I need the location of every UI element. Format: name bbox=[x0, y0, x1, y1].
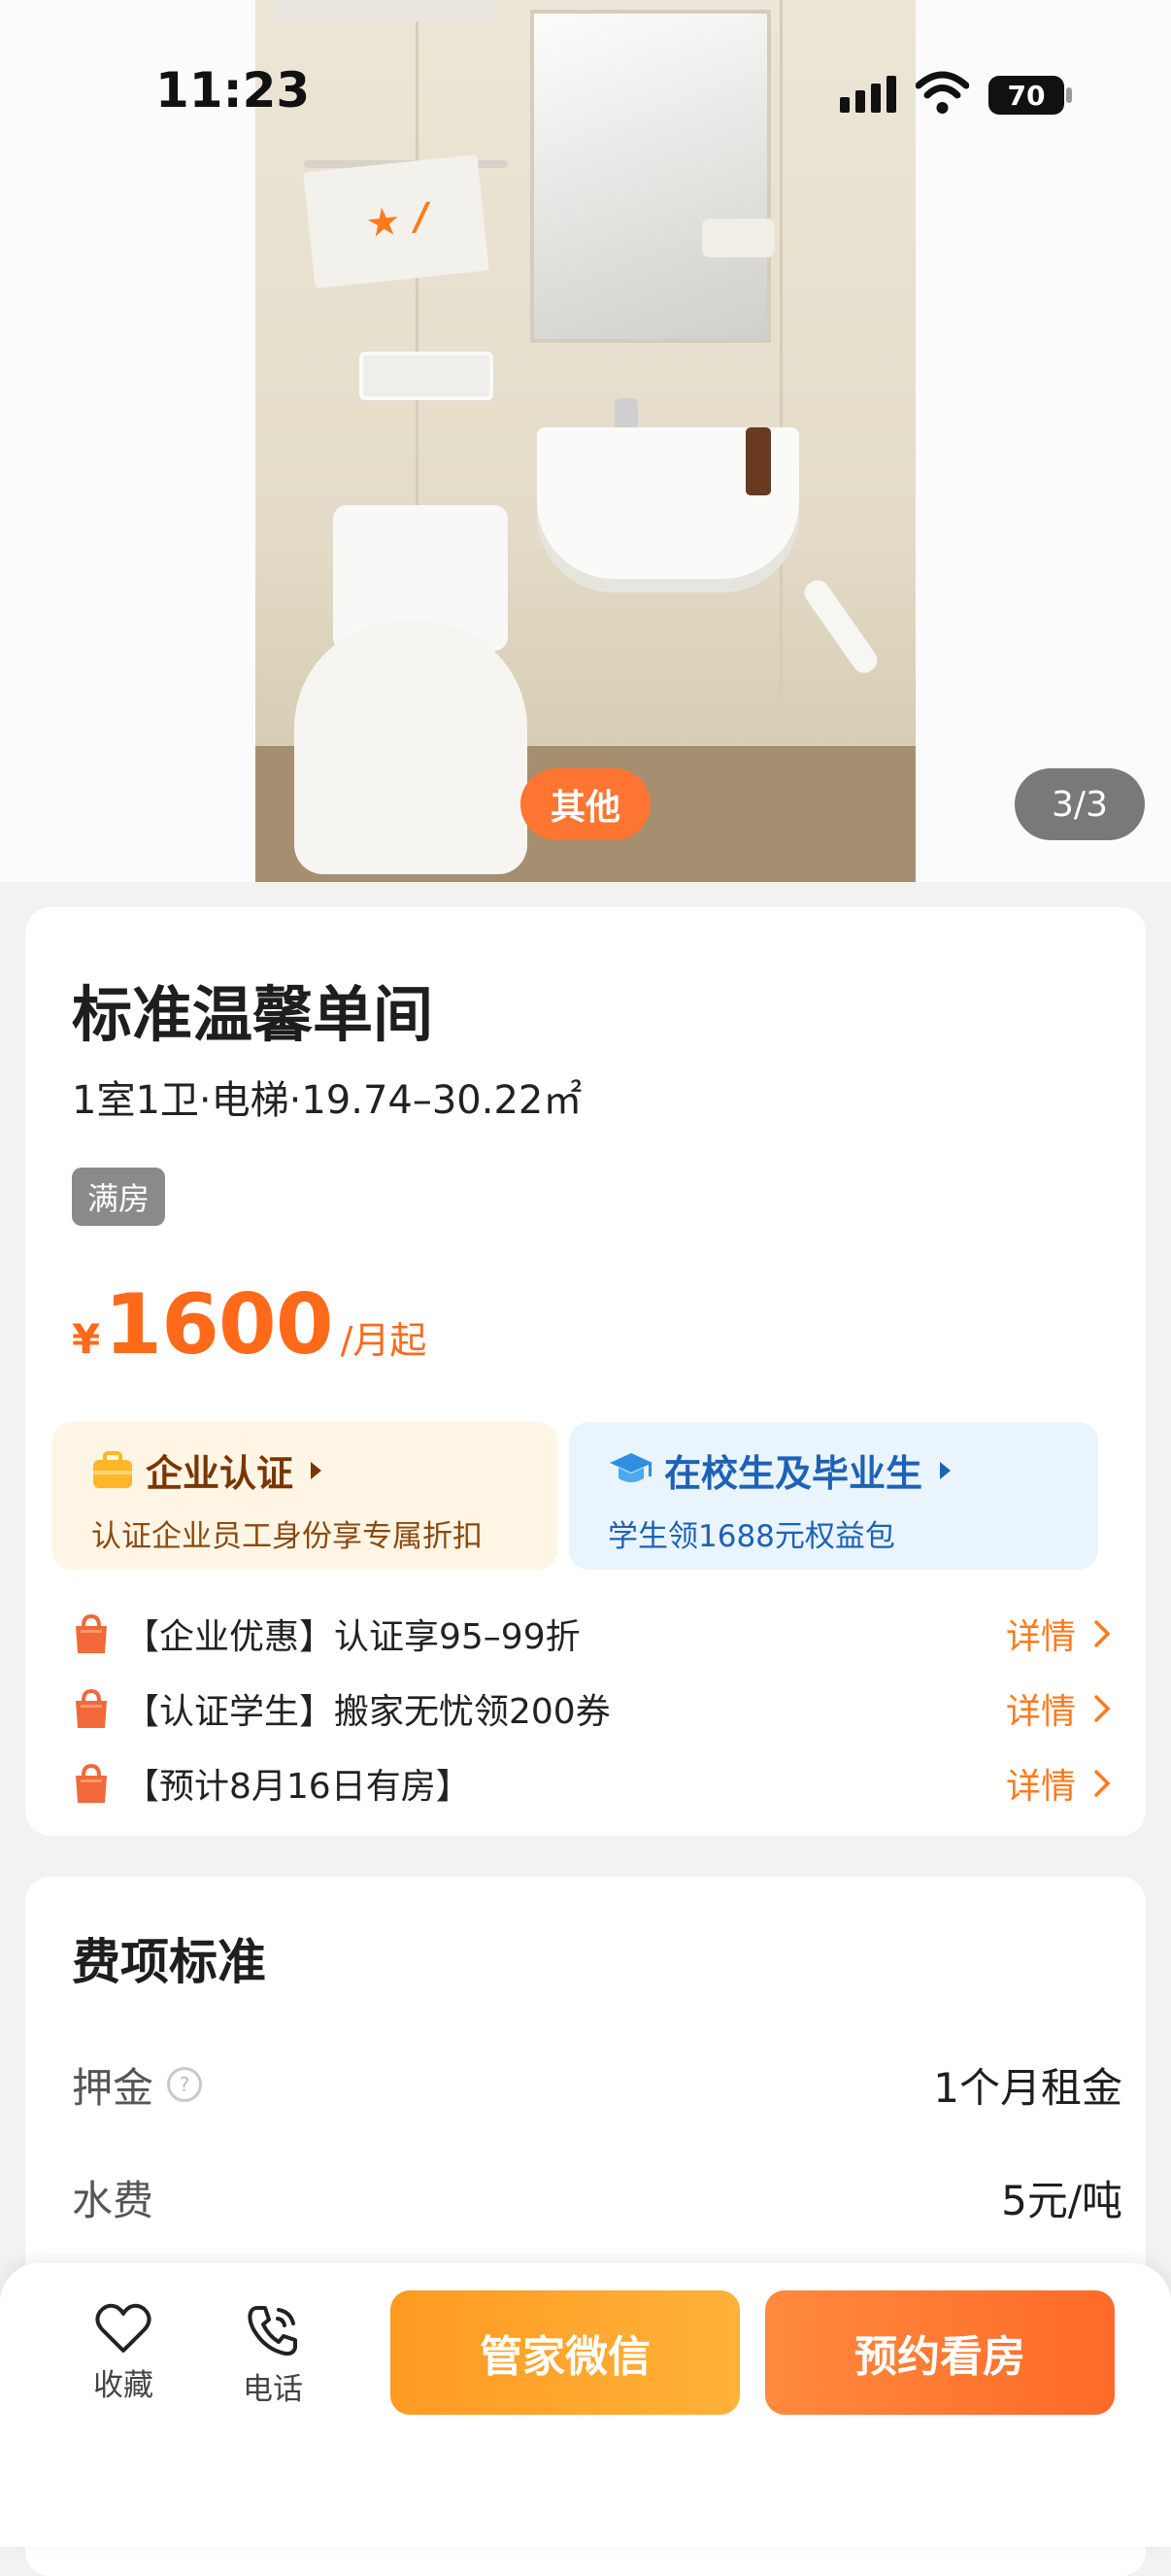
offer-row[interactable]: 【企业优惠】认证享95–99折 详情 bbox=[72, 1605, 1111, 1663]
promo-subtitle: 学生领1688元权益包 bbox=[608, 1519, 895, 1554]
signal-icon bbox=[840, 76, 896, 113]
details-link[interactable]: 详情 bbox=[1006, 1758, 1111, 1809]
fee-label: 水费 bbox=[72, 2168, 153, 2227]
details-label: 详情 bbox=[1005, 1617, 1076, 1657]
towel: ★ ⁄ bbox=[303, 153, 489, 289]
enterprise-cert-promo[interactable]: 企业认证 认证企业员工身份享专属折扣 bbox=[52, 1422, 557, 1570]
promo-subtitle: 认证企业员工身份享专属折扣 bbox=[91, 1519, 483, 1554]
room-photo[interactable]: ★ ⁄ bbox=[255, 0, 916, 882]
promo-head: 企业认证 bbox=[91, 1443, 322, 1497]
briefcase-icon bbox=[93, 1450, 132, 1488]
wifi-icon bbox=[916, 71, 969, 114]
promo-head: 在校生及毕业生 bbox=[608, 1443, 952, 1497]
details-link[interactable]: 详情 bbox=[1006, 1683, 1111, 1734]
fee-row-deposit: 押金 ? 1个月租金 bbox=[72, 2055, 1122, 2114]
fee-label: 押金 ? bbox=[72, 2055, 203, 2115]
offer-row[interactable]: 【认证学生】搬家无忧领200券 详情 bbox=[72, 1679, 1111, 1738]
bottom-action-bar: 收藏 电话 管家微信 预约看房 bbox=[0, 2263, 1171, 2547]
shopping-bag-icon bbox=[76, 1763, 107, 1803]
offer-text: 【预计8月16日有房】 bbox=[124, 1767, 471, 1807]
wall-seam bbox=[780, 0, 783, 758]
price-unit: /月起 bbox=[340, 1319, 427, 1362]
promo-title: 在校生及毕业生 bbox=[664, 1452, 923, 1495]
wechat-contact-button[interactable]: 管家微信 bbox=[390, 2290, 740, 2415]
battery-icon: 70 bbox=[988, 76, 1064, 115]
book-viewing-button[interactable]: 预约看房 bbox=[765, 2290, 1115, 2415]
chevron-right-icon bbox=[1094, 1695, 1111, 1722]
mirror bbox=[530, 10, 771, 343]
bottle bbox=[746, 427, 771, 495]
door-handle bbox=[799, 575, 883, 678]
room-specs: 1室1卫·电梯·19.74–30.22㎡ bbox=[72, 1078, 583, 1123]
soap-basket bbox=[359, 352, 493, 400]
chevron-right-icon bbox=[311, 1461, 322, 1479]
price-value: 1600 bbox=[104, 1276, 333, 1373]
photo-category-tag[interactable]: 其他 bbox=[520, 768, 651, 840]
status-time: 11:23 bbox=[155, 62, 311, 119]
heart-icon bbox=[95, 2303, 151, 2353]
photo-gallery[interactable]: ★ ⁄ 其他 3/3 bbox=[0, 0, 1171, 882]
promo-title: 企业认证 bbox=[146, 1452, 294, 1495]
chevron-right-icon bbox=[1094, 1770, 1111, 1797]
fee-row-water: 水费 5元/吨 bbox=[72, 2168, 1122, 2226]
status-badge: 满房 bbox=[72, 1168, 165, 1226]
help-icon[interactable]: ? bbox=[167, 2067, 203, 2102]
offer-text: 【认证学生】搬家无忧领200券 bbox=[124, 1692, 611, 1732]
offer-text: 【企业优惠】认证享95–99折 bbox=[124, 1617, 581, 1657]
fee-label-text: 押金 bbox=[72, 2063, 154, 2112]
fee-label-text: 水费 bbox=[72, 2176, 154, 2224]
chevron-right-icon bbox=[1094, 1620, 1111, 1647]
price-currency: ¥ bbox=[72, 1315, 101, 1363]
student-promo[interactable]: 在校生及毕业生 学生领1688元权益包 bbox=[569, 1422, 1098, 1570]
offer-row[interactable]: 【预计8月16日有房】 详情 bbox=[72, 1754, 1111, 1813]
phone-label: 电话 bbox=[243, 2372, 303, 2407]
fee-value: 1个月租金 bbox=[933, 2063, 1122, 2112]
fees-title: 费项标准 bbox=[72, 1934, 266, 1990]
chevron-right-icon bbox=[940, 1461, 952, 1479]
details-label: 详情 bbox=[1005, 1692, 1076, 1732]
battery-tip bbox=[1066, 87, 1072, 103]
favorite-button[interactable]: 收藏 bbox=[70, 2302, 177, 2404]
graduation-cap-icon bbox=[610, 1452, 652, 1482]
shelf bbox=[275, 0, 498, 21]
toilet-bowl bbox=[294, 622, 527, 874]
shopping-bag-icon bbox=[76, 1613, 107, 1653]
details-label: 详情 bbox=[1005, 1767, 1076, 1807]
price: ¥ 1600 /月起 bbox=[72, 1276, 426, 1373]
room-info-card: 标准温馨单间 1室1卫·电梯·19.74–30.22㎡ 满房 ¥ 1600 /月… bbox=[25, 907, 1146, 1836]
room-title: 标准温馨单间 bbox=[72, 979, 434, 1050]
favorite-label: 收藏 bbox=[93, 2368, 153, 2403]
details-link[interactable]: 详情 bbox=[1006, 1609, 1111, 1659]
photo-counter: 3/3 bbox=[1015, 768, 1145, 840]
wall-hooks bbox=[702, 219, 775, 257]
fee-value: 5元/吨 bbox=[1001, 2176, 1122, 2224]
phone-button[interactable]: 电话 bbox=[219, 2302, 326, 2408]
phone-icon bbox=[248, 2306, 297, 2356]
shopping-bag-icon bbox=[76, 1688, 107, 1728]
